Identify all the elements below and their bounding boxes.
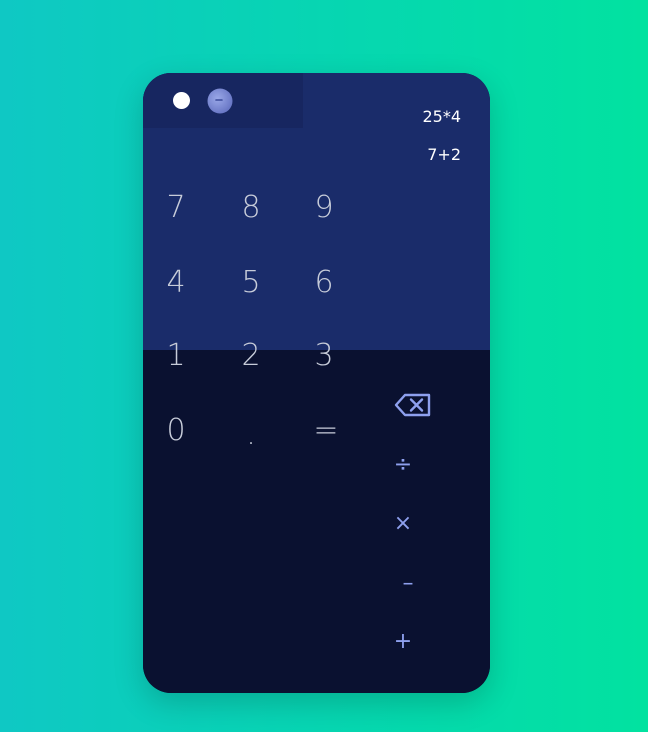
key-2[interactable]: 2 bbox=[226, 334, 276, 378]
moon-icon[interactable] bbox=[206, 87, 234, 115]
theme-toggle-dot-icon[interactable] bbox=[173, 92, 190, 109]
backspace-icon[interactable] bbox=[393, 390, 433, 420]
divide-button[interactable]: ÷ bbox=[381, 445, 425, 485]
key-5[interactable]: 5 bbox=[226, 261, 276, 305]
subtract-button[interactable]: – bbox=[386, 564, 430, 604]
key-7[interactable]: 7 bbox=[151, 186, 201, 230]
key-8[interactable]: 8 bbox=[226, 186, 276, 230]
key-equals[interactable]: = bbox=[301, 409, 351, 453]
history-item[interactable]: 7+2 bbox=[422, 145, 461, 165]
key-0[interactable]: 0 bbox=[151, 409, 201, 453]
key-9[interactable]: 9 bbox=[299, 186, 349, 230]
key-4[interactable]: 4 bbox=[151, 261, 201, 305]
key-6[interactable]: 6 bbox=[299, 261, 349, 305]
keypad: 7 8 9 4 5 6 1 2 3 0 . = bbox=[143, 190, 490, 693]
history-list: 25*4 7+2 bbox=[422, 107, 461, 183]
calculator-app: 25*4 7+2 7 8 9 4 5 6 1 2 3 0 . = bbox=[143, 73, 490, 693]
add-button[interactable]: + bbox=[381, 622, 425, 662]
key-decimal[interactable]: . bbox=[226, 413, 276, 457]
multiply-button[interactable]: × bbox=[381, 504, 425, 544]
key-1[interactable]: 1 bbox=[151, 334, 201, 378]
key-3[interactable]: 3 bbox=[299, 334, 349, 378]
history-item[interactable]: 25*4 bbox=[422, 107, 461, 127]
